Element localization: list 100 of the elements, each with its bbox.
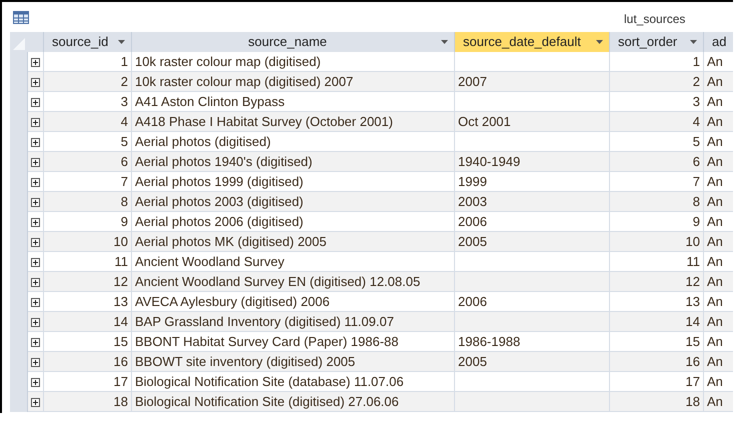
expand-plus-icon[interactable] — [31, 258, 40, 266]
table-cell-text: 7 — [120, 173, 128, 192]
table-cell-text: 17 — [114, 373, 128, 392]
table-cell-text: 9 — [120, 213, 128, 232]
table-cell-text: Ancient Woodland Survey EN (digitised) 12.08.05 — [135, 273, 420, 292]
table-cell-text: Aerial photos 1999 (digitised) — [135, 173, 304, 192]
table-cell-text: 12 — [114, 273, 128, 292]
expand-plus-icon[interactable] — [31, 398, 40, 406]
table-icon — [13, 10, 29, 24]
table-cell-text: 10 — [114, 233, 128, 252]
table-cell-text: 4 — [692, 113, 700, 132]
table-cell-text: 2006 — [458, 293, 487, 312]
expand-plus-icon[interactable] — [31, 318, 40, 326]
expand-plus-icon[interactable] — [31, 358, 40, 366]
expand-plus-icon[interactable] — [31, 58, 40, 66]
table-cell-text: 13 — [686, 293, 700, 312]
table-cell-text: 2 — [120, 73, 128, 92]
dropdown-caret-icon[interactable] — [596, 40, 603, 44]
expand-plus-icon[interactable] — [31, 178, 40, 186]
table-cell-text: An — [707, 173, 723, 192]
table-cell-text: Oct 2001 — [458, 113, 511, 132]
table-cell-text: 1940-1949 — [458, 153, 520, 172]
table-cell-text: An — [707, 353, 723, 372]
table-cell-text: 5 — [692, 133, 700, 152]
table-cell-text: 15 — [686, 333, 700, 352]
table-cell-text: 15 — [114, 333, 128, 352]
table-cell-text: 11 — [114, 253, 128, 272]
table-cell-text: 18 — [114, 393, 128, 412]
table-cell-text: 18 — [686, 393, 700, 412]
table-cell-text: 8 — [120, 193, 128, 212]
table-cell-text: 1986-1988 — [458, 333, 520, 352]
column-header[interactable]: sort_order — [610, 32, 704, 52]
table-cell-text: 1 — [692, 53, 700, 72]
table-cell-text: AVECA Aylesbury (digitised) 2006 — [135, 293, 330, 312]
table-cell-text: 14 — [114, 313, 128, 332]
table-cell-text: 16 — [114, 353, 128, 372]
dropdown-caret-icon[interactable] — [118, 40, 125, 44]
table-cell-text: Ancient Woodland Survey — [135, 253, 284, 272]
expand-plus-icon[interactable] — [31, 338, 40, 346]
column-header[interactable]: ad — [704, 32, 733, 52]
table-cell-text: An — [707, 313, 723, 332]
table-cell-text: 6 — [120, 153, 128, 172]
table-cell-text: 3 — [120, 93, 128, 112]
table-cell-text: 5 — [120, 133, 128, 152]
table-cell-text: BBONT Habitat Survey Card (Paper) 1986-88 — [135, 333, 398, 352]
table-cell-text: 2007 — [458, 73, 487, 92]
expand-plus-icon[interactable] — [31, 98, 40, 106]
table-cell-text: 16 — [686, 353, 700, 372]
table-cell-text: BBOWT site inventory (digitised) 2005 — [135, 353, 356, 372]
table-cell-text: 7 — [692, 173, 700, 192]
table-cell-text: An — [707, 153, 723, 172]
table-cell-text: An — [707, 213, 723, 232]
dropdown-caret-icon[interactable] — [441, 40, 448, 44]
table-cell-text: BAP Grassland Inventory (digitised) 11.09.07 — [135, 313, 394, 332]
table-cell-text: An — [707, 253, 723, 272]
expand-plus-icon[interactable] — [31, 78, 40, 86]
column-header[interactable]: source_date_default — [455, 32, 610, 52]
table-cell-text: 2005 — [458, 233, 487, 252]
expand-plus-icon[interactable] — [31, 218, 40, 226]
table-cell-text: 6 — [692, 153, 700, 172]
expand-plus-icon[interactable] — [31, 278, 40, 286]
expand-plus-icon[interactable] — [31, 378, 40, 386]
table-cell-text: An — [707, 133, 723, 152]
table-cell-text: 10k raster colour map (digitised) 2007 — [135, 73, 354, 92]
table-cell-text: Aerial photos (digitised) — [135, 133, 271, 152]
dropdown-caret-icon[interactable] — [690, 40, 697, 44]
table-cell-text: 1 — [120, 53, 128, 72]
column-header[interactable]: source_name — [132, 32, 455, 52]
table-cell-text: Aerial photos 2003 (digitised) — [135, 193, 304, 212]
table-cell-text: 9 — [692, 213, 700, 232]
table-cell-text: An — [707, 233, 723, 252]
table-cell-text: An — [707, 113, 723, 132]
expand-plus-icon[interactable] — [31, 238, 40, 246]
table-cell-text: Aerial photos 1940's (digitised) — [135, 153, 312, 172]
table-cell-text: 4 — [120, 113, 128, 132]
table-cell-text: 14 — [686, 313, 700, 332]
expand-plus-icon[interactable] — [31, 158, 40, 166]
table-cell-text: An — [707, 393, 723, 412]
expand-plus-icon[interactable] — [31, 118, 40, 126]
table-cell-text: 17 — [686, 373, 700, 392]
corner-triangle-icon — [13, 38, 25, 50]
expand-plus-icon[interactable] — [31, 138, 40, 146]
table-cell-text: 1999 — [458, 173, 487, 192]
table-cell-text: Biological Notification Site (database) 11.07.06 — [135, 373, 404, 392]
table-cell-text: An — [707, 193, 723, 212]
table-cell-text: Biological Notification Site (digitised) 27.06.06 — [135, 393, 399, 412]
table-cell-text: Aerial photos MK (digitised) 2005 — [135, 233, 326, 252]
table-cell-text: Aerial photos 2006 (digitised) — [135, 213, 304, 232]
table-cell-text: 2 — [692, 73, 700, 92]
expand-plus-icon[interactable] — [31, 198, 40, 206]
table-cell-text: A41 Aston Clinton Bypass — [135, 93, 285, 112]
table-cell-text: 2005 — [458, 353, 487, 372]
expand-plus-icon[interactable] — [31, 298, 40, 306]
column-header[interactable]: source_id — [44, 32, 132, 52]
table-cell-text: An — [707, 73, 723, 92]
table-cell-text: 10k raster colour map (digitised) — [135, 53, 321, 72]
table-cell-text: 13 — [114, 293, 128, 312]
table-cell-text: 12 — [686, 273, 700, 292]
table-cell-text: 11 — [686, 253, 700, 272]
window-title: lut_sources — [624, 11, 686, 28]
